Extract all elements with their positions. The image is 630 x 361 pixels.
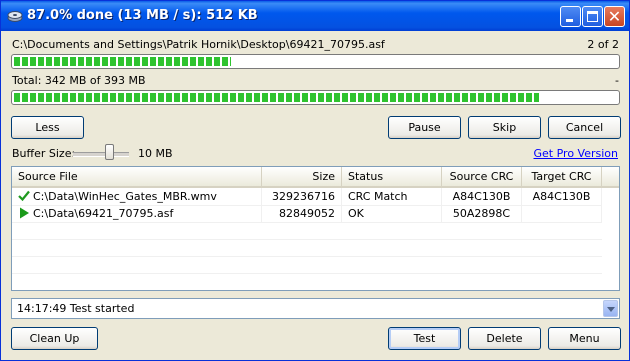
close-button[interactable]: ✕ — [604, 6, 625, 27]
status-log-text: 14:17:49 Test started — [17, 302, 135, 315]
target-crc-cell — [522, 205, 602, 222]
source-file-name: C:\Data\69421_70795.asf — [33, 207, 174, 220]
less-button[interactable]: Less — [11, 116, 84, 139]
table-row-empty — [12, 222, 602, 240]
menu-button[interactable]: Menu — [548, 327, 621, 350]
source-file-cell: C:\Data\69421_70795.asf — [12, 205, 262, 222]
table-row[interactable]: C:\Data\WinHec_Gates_MBR.wmv 329236716 C… — [12, 188, 602, 206]
maximize-icon — [587, 11, 598, 22]
skip-button[interactable]: Skip — [468, 116, 541, 139]
column-header-target-crc[interactable]: Target CRC — [522, 167, 602, 186]
file-list[interactable]: Source File Size Status Source CRC Targe… — [11, 166, 620, 291]
buffer-size-slider-thumb[interactable] — [105, 144, 114, 160]
delete-button[interactable]: Delete — [468, 327, 541, 350]
cancel-button[interactable]: Cancel — [548, 116, 621, 139]
file-progress-fill — [14, 57, 231, 66]
status-cell: OK — [342, 205, 442, 222]
source-crc-cell: A84C130B — [442, 188, 522, 205]
current-file-path: C:\Documents and Settings\Patrik Hornik\… — [12, 38, 385, 51]
size-cell: 82849052 — [262, 205, 342, 222]
total-progress-fill — [14, 93, 539, 102]
column-header-source-file[interactable]: Source File — [12, 167, 262, 186]
minimize-button[interactable] — [560, 6, 581, 27]
minimize-icon — [566, 19, 573, 22]
check-icon — [18, 190, 30, 202]
status-log-dropdown[interactable]: 14:17:49 Test started — [11, 298, 620, 319]
table-row-empty — [12, 239, 602, 257]
size-cell: 329236716 — [262, 188, 342, 205]
column-header-source-crc[interactable]: Source CRC — [442, 167, 522, 186]
total-progress-bar — [11, 90, 620, 105]
total-extra: - — [615, 74, 619, 87]
buffer-size-label: Buffer Size: — [12, 147, 76, 160]
status-cell: CRC Match — [342, 188, 442, 205]
play-icon — [20, 207, 29, 219]
close-icon: ✕ — [607, 7, 622, 26]
column-header-status[interactable]: Status — [342, 167, 442, 186]
title-bar[interactable]: 87.0% done (13 MB / s): 512 KB ✕ — [1, 1, 629, 31]
table-row-empty — [12, 256, 602, 274]
source-crc-cell: 50A2898C — [442, 205, 522, 222]
source-file-name: C:\Data\WinHec_Gates_MBR.wmv — [33, 190, 217, 203]
get-pro-version-link[interactable]: Get Pro Version — [534, 147, 619, 160]
maximize-button[interactable] — [582, 6, 603, 27]
source-file-cell: C:\Data\WinHec_Gates_MBR.wmv — [12, 188, 262, 205]
chevron-down-icon — [607, 307, 615, 312]
disk-icon — [7, 11, 23, 22]
table-row[interactable]: C:\Data\69421_70795.asf 82849052 OK 50A2… — [12, 205, 602, 223]
file-count: 2 of 2 — [587, 38, 619, 51]
clean-up-button[interactable]: Clean Up — [11, 327, 98, 350]
dropdown-button[interactable] — [603, 300, 618, 317]
file-progress-bar — [11, 54, 620, 69]
target-crc-cell: A84C130B — [522, 188, 602, 205]
window-title: 87.0% done (13 MB / s): 512 KB — [27, 8, 258, 23]
column-header-size[interactable]: Size — [262, 167, 342, 186]
pause-button[interactable]: Pause — [388, 116, 461, 139]
file-list-header: Source File Size Status Source CRC Targe… — [12, 167, 619, 188]
buffer-size-slider[interactable] — [73, 152, 129, 157]
copy-progress-window: 87.0% done (13 MB / s): 512 KB ✕ C:\Docu… — [0, 0, 630, 361]
total-progress-label: Total: 342 MB of 393 MB — [12, 74, 146, 87]
buffer-size-value: 10 MB — [138, 147, 173, 160]
test-button[interactable]: Test — [388, 327, 461, 350]
